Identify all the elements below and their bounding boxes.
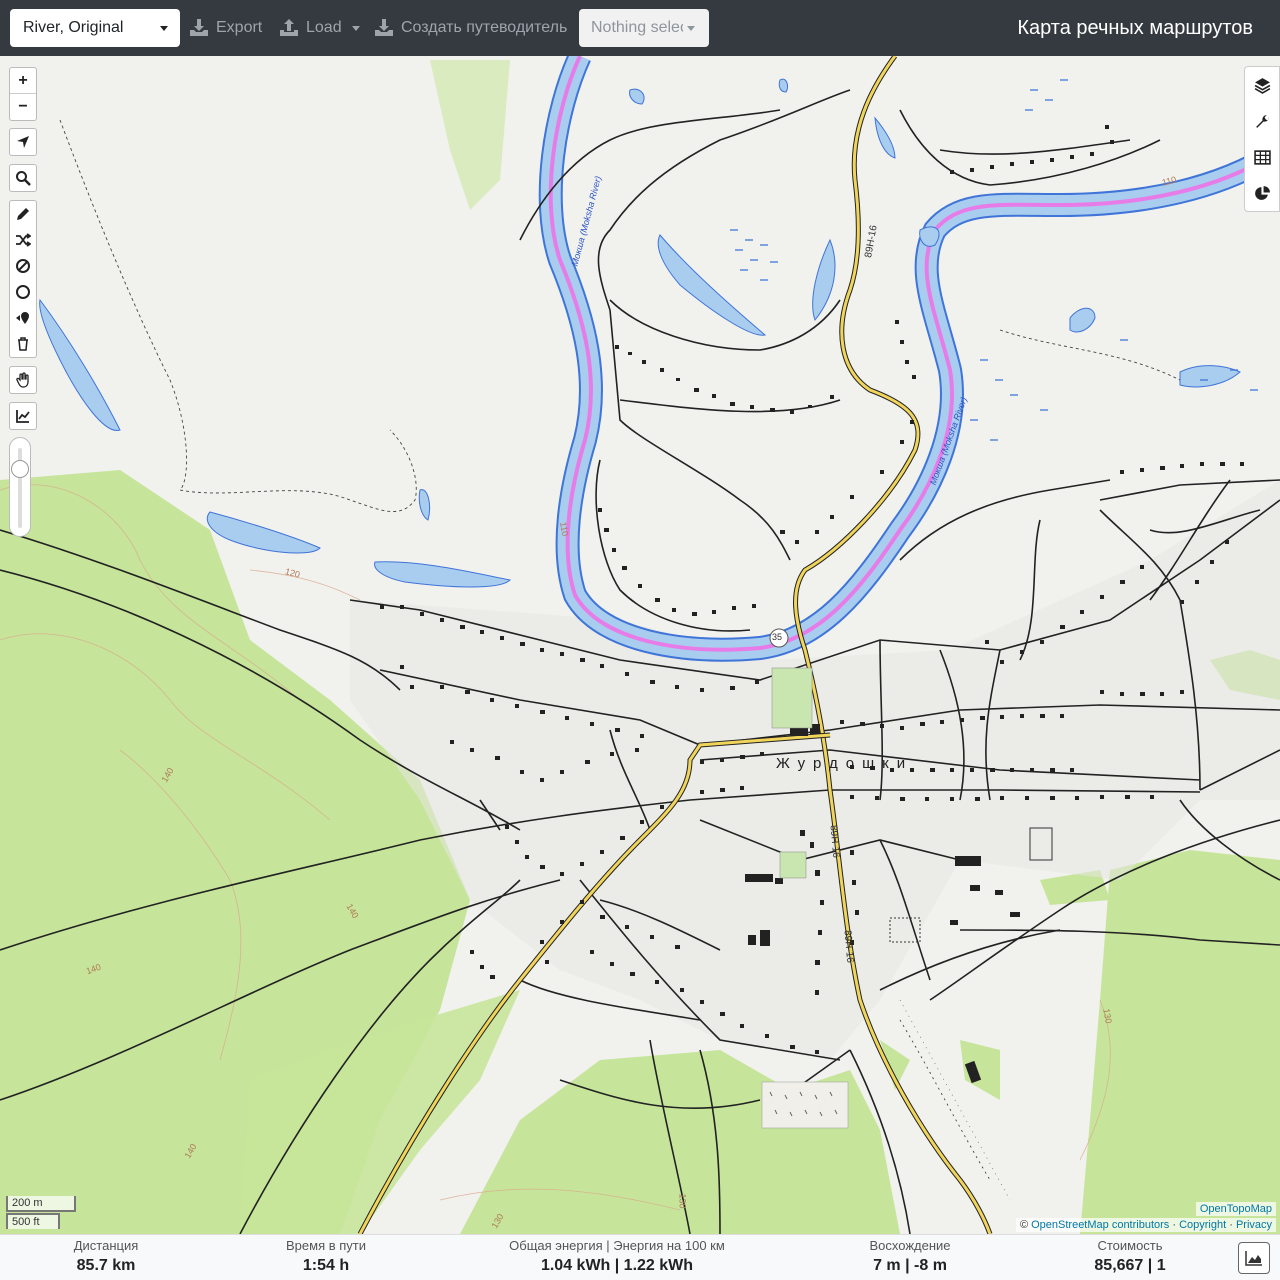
download-icon [375, 19, 393, 36]
park-area [771, 667, 813, 729]
circle-area-button[interactable] [10, 279, 36, 305]
statistics-button[interactable] [1245, 175, 1279, 211]
copyright-symbol: © [1019, 1219, 1029, 1231]
opentopomap-link[interactable]: OpenTopoMap [1200, 1203, 1272, 1215]
draw-toolbar [9, 200, 37, 358]
ascent-value: 7 m | -8 m [873, 1257, 947, 1274]
ascent-label: Восхождение [869, 1238, 951, 1253]
stat-distance: Дистанция 85.7 km [56, 1237, 156, 1277]
town-label: Журдошки [776, 755, 914, 772]
attribution: © OpenStreetMap contributors · Copyright… [1015, 1218, 1276, 1232]
trash-icon [18, 337, 28, 351]
orchard-area [761, 1081, 849, 1129]
table-icon [1253, 149, 1271, 165]
search-button[interactable] [10, 165, 36, 191]
distance-label: Дистанция [73, 1238, 139, 1253]
layers-icon [1254, 77, 1270, 94]
distance-value: 85.7 km [76, 1257, 136, 1274]
layers-button[interactable] [1245, 67, 1279, 103]
contour-label: 130 [677, 1193, 688, 1209]
navbar: River, Original Export Load Создать путе… [0, 0, 1280, 56]
lakes [39, 78, 1241, 588]
map-tiles [0, 56, 1280, 1234]
shuffle-icon [16, 233, 31, 247]
elevation-button[interactable] [10, 403, 36, 429]
marsh-areas [730, 79, 1258, 441]
zoom-in-button[interactable]: + [10, 68, 36, 94]
zoom-control: + − [9, 67, 37, 121]
table-button[interactable] [1245, 139, 1279, 175]
zoom-slider[interactable] [9, 437, 31, 537]
stat-time: Время в пути 1:54 h [276, 1237, 376, 1277]
cost-value: 85,667 | 1 [1094, 1257, 1166, 1274]
create-guide-label: Создать путеводитель [401, 19, 568, 36]
osm-contributors-link[interactable]: OpenStreetMap contributors [1031, 1219, 1169, 1231]
privacy-link[interactable]: Privacy [1236, 1219, 1272, 1231]
wrench-icon [1255, 114, 1269, 128]
time-value: 1:54 h [302, 1257, 350, 1274]
locate-control [9, 128, 37, 156]
download-icon [190, 19, 208, 36]
stat-energy: Общая энергия | Энергия на 100 км 1.04 k… [507, 1237, 727, 1277]
search-icon [16, 171, 31, 186]
profile-select[interactable]: River, Original [10, 9, 180, 47]
chevron-down-icon [160, 26, 168, 31]
scale-imperial: 500 ft [6, 1213, 60, 1229]
right-toolbar [1244, 66, 1280, 212]
brand-title: Карта речных маршрутов [1017, 17, 1253, 39]
elevation-chart-button[interactable] [1238, 1242, 1270, 1274]
stat-cost: Стоимость 85,667 | 1 [1080, 1237, 1180, 1277]
locate-icon [17, 136, 29, 148]
export-label: Export [216, 19, 263, 36]
delete-route-button[interactable] [10, 331, 36, 357]
draw-route-button[interactable] [10, 201, 36, 227]
energy-value: 1.04 kWh | 1.22 kWh [540, 1257, 694, 1274]
pencil-icon [17, 208, 29, 220]
create-guide-button[interactable]: Создать путеводитель [373, 9, 567, 47]
scale-metric: 200 m [6, 1196, 76, 1212]
route-shield-number: 35 [772, 632, 783, 642]
route-select-placeholder: Nothing selected [591, 19, 683, 36]
locate-button[interactable] [10, 129, 36, 155]
upload-icon [280, 19, 298, 36]
copyright-link[interactable]: Copyright [1179, 1219, 1226, 1231]
export-button[interactable]: Export [188, 9, 262, 47]
reverse-route-button[interactable] [10, 227, 36, 253]
cost-label: Стоимость [1097, 1238, 1163, 1253]
pin-icon [16, 312, 29, 324]
search-control [9, 164, 37, 192]
no-entry-icon [16, 259, 30, 273]
zoom-out-button[interactable]: − [10, 94, 36, 120]
stat-ascent: Восхождение 7 m | -8 m [855, 1237, 965, 1277]
pan-button[interactable] [10, 367, 36, 393]
load-label: Load [306, 19, 342, 36]
settings-button[interactable] [1245, 103, 1279, 139]
chevron-down-icon [687, 26, 695, 31]
profile-select-value: River, Original [23, 19, 124, 36]
time-label: Время в пути [286, 1238, 366, 1253]
load-button[interactable]: Load [278, 9, 360, 47]
energy-label: Общая энергия | Энергия на 100 км [509, 1238, 725, 1253]
chevron-down-icon [351, 25, 360, 31]
no-go-area-button[interactable] [10, 253, 36, 279]
pie-chart-icon [1254, 185, 1270, 200]
chart-line-icon [16, 410, 30, 423]
route-select[interactable]: Nothing selected [579, 9, 709, 47]
poi-button[interactable] [10, 305, 36, 331]
map-canvas[interactable]: Мокша (Moksha River) Мокша (Moksha River… [0, 56, 1280, 1234]
route-stats-bar: Дистанция 85.7 km Время в пути 1:54 h Об… [0, 1234, 1280, 1280]
zoom-slider-handle[interactable] [11, 460, 29, 478]
area-chart-icon [1245, 1251, 1262, 1266]
circle-icon [16, 285, 30, 299]
park-area [779, 851, 807, 879]
hand-icon [16, 372, 29, 388]
attribution-layer: OpenTopoMap [1195, 1202, 1276, 1216]
pan-control [9, 366, 37, 394]
elevation-control [9, 402, 37, 430]
